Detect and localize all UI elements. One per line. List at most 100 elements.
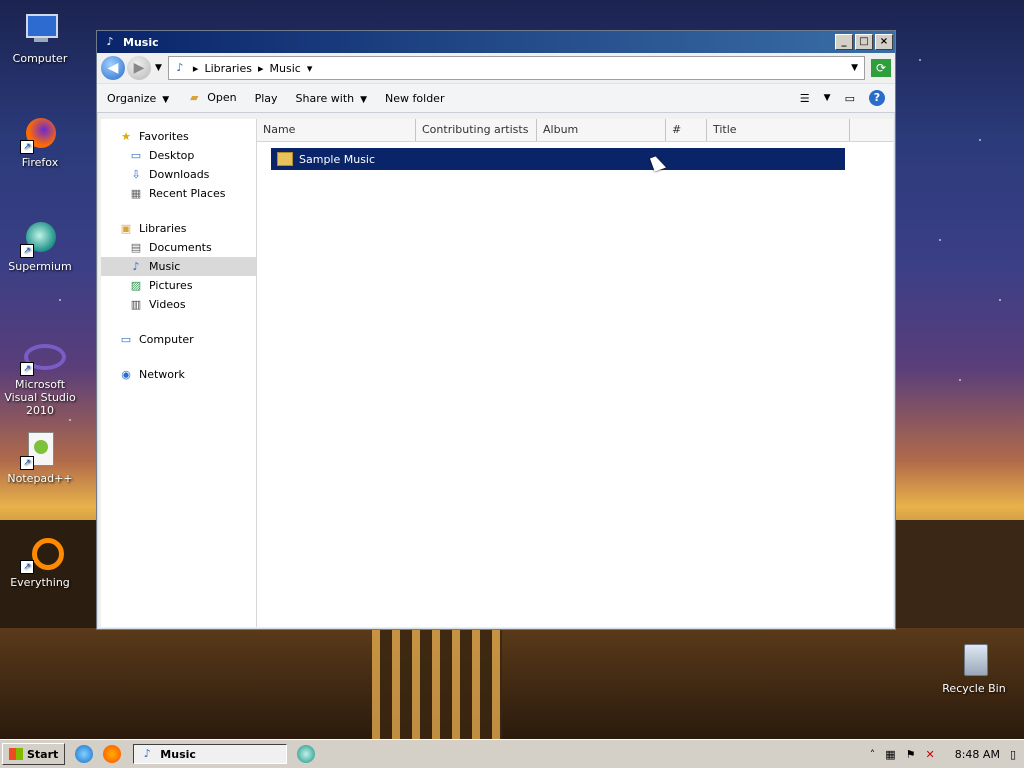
computer-icon: ▭ — [120, 332, 132, 346]
organize-label: Organize — [107, 91, 157, 105]
nav-label: Computer — [139, 333, 194, 346]
start-label: Start — [27, 747, 59, 761]
shortcut-arrow-icon: ↗ — [20, 140, 34, 154]
nav-libraries[interactable]: ▣ Libraries — [101, 219, 256, 238]
breadcrumb-music[interactable]: Music — [270, 62, 301, 75]
desktop-icon-label: Supermium — [8, 260, 72, 273]
taskbar-supermium-icon[interactable] — [297, 745, 316, 763]
view-options-icon[interactable]: ☰ — [800, 92, 810, 105]
nav-downloads[interactable]: ⇩ Downloads — [101, 165, 256, 184]
organize-button[interactable]: Organize ▼ — [107, 92, 169, 105]
desktop-icon-notepadpp[interactable]: ↗ Notepad++ — [0, 430, 80, 485]
videos-icon: ▥ — [130, 297, 142, 311]
nav-music[interactable]: ♪ Music — [101, 257, 256, 276]
forward-button[interactable]: ▶ — [127, 56, 151, 80]
nav-desktop[interactable]: ▭ Desktop — [101, 146, 256, 165]
address-bar[interactable]: ♪ ▸ Libraries ▸ Music ▾ ▼ — [167, 56, 865, 80]
nav-network[interactable]: ◉ Network — [101, 365, 256, 384]
desktop-icon-label: Everything — [10, 576, 70, 589]
nav-label: Pictures — [149, 279, 193, 292]
show-desktop-icon[interactable]: ▯ — [1010, 748, 1016, 761]
nav-label: Favorites — [139, 130, 189, 143]
favorites-group: ★ Favorites ▭ Desktop ⇩ Downloads ▦ Recent P… — [101, 127, 256, 203]
supermium-icon: ↗ — [20, 218, 60, 258]
nav-pictures[interactable]: ▨ Pictures — [101, 276, 256, 295]
tray-action-center-icon[interactable]: ⚑ — [906, 748, 916, 761]
breadcrumb-separator-icon: ▾ — [306, 61, 313, 75]
play-button[interactable]: Play — [255, 92, 278, 105]
view-chevron-down-icon[interactable]: ▼ — [824, 93, 831, 103]
preview-pane-icon[interactable]: ▭ — [845, 92, 855, 105]
column-header-name[interactable]: Name — [257, 119, 416, 141]
chevron-down-icon: ▼ — [162, 94, 170, 105]
desktop-icon-computer[interactable]: Computer — [0, 10, 80, 65]
music-note-icon: ♪ — [132, 259, 140, 273]
network-group: ◉ Network — [101, 365, 256, 384]
minimize-button[interactable]: _ — [835, 34, 853, 50]
chevron-down-icon: ▼ — [360, 94, 368, 105]
recent-places-icon: ▦ — [130, 186, 142, 200]
desktop-icon-visual-studio[interactable]: ↗ Microsoft Visual Studio 2010 — [0, 336, 80, 417]
open-label: Open — [207, 91, 237, 104]
notepadpp-icon: ↗ — [20, 430, 60, 470]
shortcut-arrow-icon: ↗ — [20, 456, 34, 470]
nav-label: Network — [139, 368, 185, 381]
tray-volume-muted-icon[interactable]: ✕ — [926, 748, 935, 761]
desktop-icon-everything[interactable]: ↗ Everything — [0, 534, 80, 589]
nav-recent-places[interactable]: ▦ Recent Places — [101, 184, 256, 203]
nav-favorites[interactable]: ★ Favorites — [101, 127, 256, 146]
breadcrumb-separator-icon: ▸ — [257, 61, 264, 75]
everything-icon: ↗ — [20, 534, 64, 574]
help-icon[interactable]: ? — [869, 90, 885, 106]
taskbar-item-music[interactable]: ♪ Music — [133, 744, 288, 764]
new-folder-button[interactable]: New folder — [385, 92, 444, 105]
breadcrumb-libraries[interactable]: Libraries — [204, 62, 252, 75]
nav-label: Recent Places — [149, 187, 226, 200]
clock[interactable]: 8:48 AM — [955, 748, 1000, 761]
desktop-icon-supermium[interactable]: ↗ Supermium — [0, 218, 80, 273]
maximize-button[interactable]: □ — [855, 34, 873, 50]
desktop-icon-label: Microsoft Visual Studio 2010 — [4, 378, 76, 417]
back-button[interactable]: ◀ — [101, 56, 125, 80]
tray-network-icon[interactable]: ▦ — [885, 748, 895, 761]
nav-documents[interactable]: ▤ Documents — [101, 238, 256, 257]
start-button[interactable]: Start — [2, 743, 66, 765]
address-dropdown-icon[interactable]: ▼ — [851, 63, 858, 73]
open-button[interactable]: ▰ Open — [187, 91, 237, 105]
nav-label: Documents — [149, 241, 212, 254]
nav-label: Libraries — [139, 222, 187, 235]
desktop-icon-label: Computer — [12, 52, 68, 65]
desktop-icon: ▭ — [130, 148, 142, 162]
library-music-icon: ♪ — [176, 61, 184, 74]
quicklaunch-firefox-icon[interactable] — [103, 745, 122, 763]
column-header-album[interactable]: Album — [537, 119, 666, 141]
nav-computer[interactable]: ▭ Computer — [101, 330, 256, 349]
desktop-icon-firefox[interactable]: ↗ Firefox — [0, 114, 80, 169]
share-with-button[interactable]: Share with ▼ — [296, 92, 368, 105]
shortcut-arrow-icon: ↗ — [20, 362, 34, 376]
column-header-number[interactable]: # — [666, 119, 707, 141]
share-with-label: Share with — [295, 91, 355, 105]
tray-expand-icon[interactable]: ˄ — [870, 748, 876, 761]
nav-videos[interactable]: ▥ Videos — [101, 295, 256, 314]
quicklaunch-ie-icon[interactable] — [75, 745, 94, 763]
close-button[interactable]: × — [875, 34, 893, 50]
recent-pages-dropdown-icon[interactable]: ▼ — [155, 63, 162, 73]
column-header-title[interactable]: Title — [707, 119, 850, 141]
refresh-button[interactable]: ⟳ — [871, 59, 891, 77]
desktop-icon-recycle-bin[interactable]: Recycle Bin — [934, 640, 1014, 695]
window-title: Music — [123, 35, 159, 49]
desktop-icon-label: Notepad++ — [7, 472, 73, 485]
wallpaper-pillars — [372, 628, 502, 740]
recycle-bin-icon — [954, 640, 994, 680]
folder-icon — [277, 152, 293, 166]
column-header-label: # — [672, 123, 682, 136]
window-body: ★ Favorites ▭ Desktop ⇩ Downloads ▦ Recent P… — [101, 119, 893, 627]
nav-label: Music — [149, 260, 181, 273]
network-icon: ◉ — [121, 367, 131, 381]
file-row[interactable]: Sample Music — [271, 148, 845, 170]
window-titlebar[interactable]: ♪ Music _ □ × — [97, 31, 895, 53]
nav-label: Videos — [149, 298, 186, 311]
column-header-contributing-artists[interactable]: Contributing artists — [416, 119, 537, 141]
file-list-pane: Name Contributing artists Album # Title … — [257, 119, 893, 627]
